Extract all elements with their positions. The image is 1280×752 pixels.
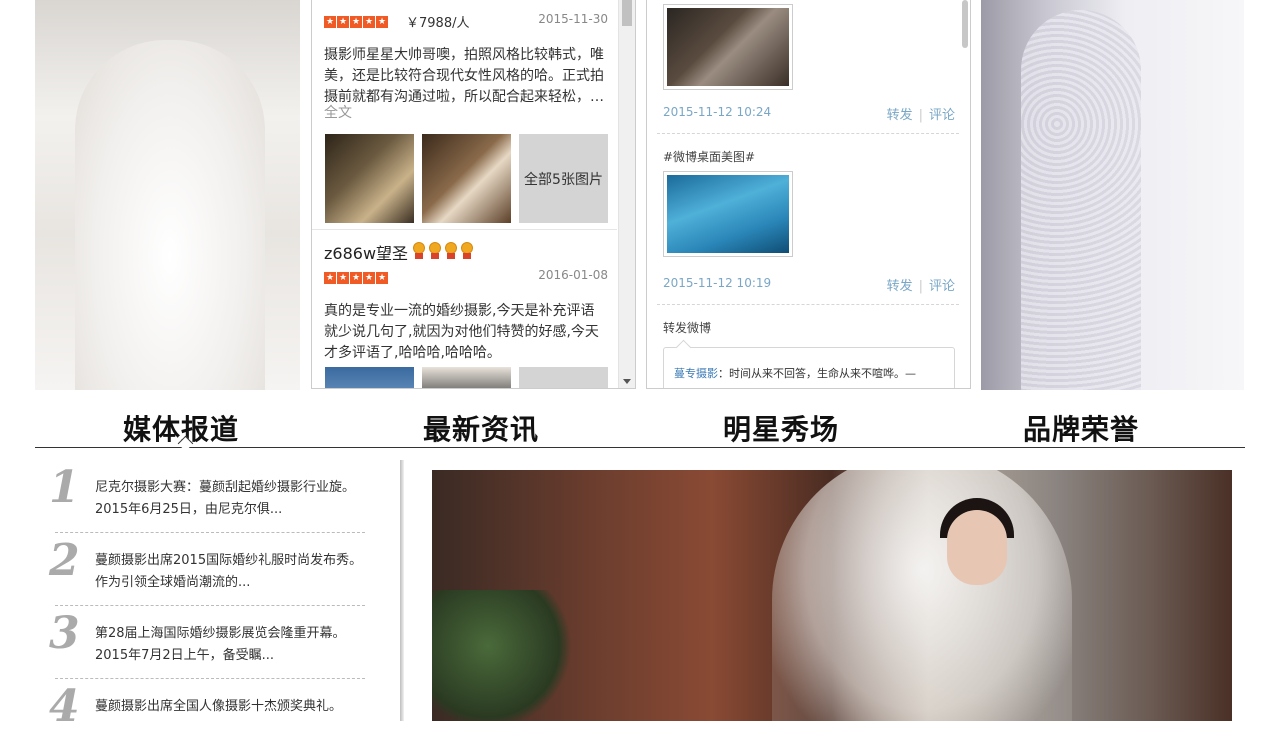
- review2-meta: ★ ★ ★ ★ ★ 2016-01-08: [324, 268, 608, 284]
- quote-body: ：时间从来不回答，生命从来不喧哗。—: [718, 367, 916, 380]
- weibo-post1-time[interactable]: 2015-11-12 10:24: [663, 105, 771, 119]
- review-photo-thumb[interactable]: [325, 367, 414, 388]
- lace-dress-shape: [1021, 10, 1141, 390]
- weibo-post1-actions: 转发 | 评论: [887, 104, 955, 123]
- list-item[interactable]: 2 蔓颜摄影出席2015国际婚纱礼服时尚发布秀。作为引领全球婚尚潮流的...: [35, 533, 365, 606]
- star-icon: ★: [337, 16, 349, 28]
- review1-date: 2015-11-30: [538, 12, 608, 26]
- list-item[interactable]: 3 第28届上海国际婚纱摄影展览会隆重开幕。2015年7月2日上午，备受瞩...: [35, 606, 365, 679]
- all-photos-button[interactable]: 全部5张图片: [519, 134, 608, 223]
- separator: |: [918, 108, 923, 123]
- tab-brand-honors[interactable]: 品牌荣誉: [1023, 408, 1139, 448]
- veil-shape: [772, 470, 1072, 721]
- review-photo-thumb[interactable]: [422, 134, 511, 223]
- quote-nick[interactable]: 蔓专摄影: [674, 367, 718, 380]
- star-icon: ★: [324, 16, 336, 28]
- weibo-panel[interactable]: 2015-11-12 10:24 转发 | 评论 #微博桌面美图# 2015-11-…: [646, 0, 971, 389]
- news-number: 2: [49, 535, 80, 586]
- review-photo-thumb[interactable]: [519, 367, 608, 388]
- section-nav: 媒体报道 最新资讯 明星秀场 品牌荣誉: [35, 398, 1245, 452]
- reviews-panel[interactable]: ★ ★ ★ ★ ★ ￥7988/人 2015-11-30 摄影师星星大帅哥噢，拍…: [311, 0, 636, 389]
- weibo-post1-image[interactable]: [663, 4, 793, 90]
- review-photo-thumb[interactable]: [325, 134, 414, 223]
- tab-star-show[interactable]: 明星秀场: [723, 408, 839, 448]
- news-shadow-divider: [400, 460, 404, 721]
- review1-fulltext-link[interactable]: 全文: [324, 102, 352, 122]
- star-icon: ★: [350, 272, 362, 284]
- wedding-dress-shape: [75, 40, 265, 390]
- weibo-scrollbar[interactable]: [962, 0, 968, 48]
- star-icon: ★: [363, 16, 375, 28]
- review2-rating-stars: ★ ★ ★ ★ ★: [324, 272, 388, 284]
- comment-link[interactable]: 评论: [929, 279, 955, 294]
- separator: |: [918, 279, 923, 294]
- list-item[interactable]: 1 尼克尔摄影大赛：蔓颜刮起婚纱摄影行业旋。2015年6月25日，由尼克尔俱..…: [35, 460, 365, 533]
- medal-icon: [412, 242, 426, 260]
- star-icon: ★: [376, 16, 388, 28]
- tab-latest-news[interactable]: 最新资讯: [423, 408, 539, 448]
- bride-photo-left[interactable]: [35, 0, 300, 390]
- weibo-divider: [657, 304, 959, 305]
- news-title[interactable]: 第28届上海国际婚纱摄影展览会隆重开幕。2015年7月2日上午，备受瞩...: [95, 623, 365, 667]
- news-number: 1: [49, 462, 80, 513]
- bride-photo-right[interactable]: [981, 0, 1244, 390]
- review1-meta: ★ ★ ★ ★ ★ ￥7988/人 2015-11-30: [324, 12, 608, 31]
- weibo-post2-time[interactable]: 2015-11-12 10:19: [663, 276, 771, 290]
- medal-icon: [428, 242, 442, 260]
- face-shape: [947, 510, 1007, 585]
- star-icon: ★: [324, 272, 336, 284]
- reviews-scrollbar[interactable]: [618, 0, 635, 388]
- news-title[interactable]: 蔓颜摄影出席2015国际婚纱礼服时尚发布秀。作为引领全球婚尚潮流的...: [95, 550, 365, 594]
- star-icon: ★: [376, 272, 388, 284]
- featured-bride-photo[interactable]: [432, 470, 1232, 721]
- comment-link[interactable]: 评论: [929, 108, 955, 123]
- news-number: 3: [49, 608, 80, 659]
- scroll-down-arrow-icon[interactable]: [623, 379, 631, 384]
- news-title[interactable]: 蔓颜摄影出席全国人像摄影十杰颁奖典礼。: [95, 696, 365, 718]
- weibo-post2-topic[interactable]: #微博桌面美图#: [663, 148, 755, 165]
- review1-rating-stars: ★ ★ ★ ★ ★: [324, 16, 388, 28]
- review-divider: [312, 229, 617, 230]
- weibo-quote-box[interactable]: 蔓专摄影：时间从来不回答，生命从来不喧哗。—: [663, 347, 955, 388]
- weibo-quote-text: 蔓专摄影：时间从来不回答，生命从来不喧哗。—: [674, 365, 916, 381]
- star-icon: ★: [350, 16, 362, 28]
- weibo-post2-actions: 转发 | 评论: [887, 275, 955, 294]
- medal-icon: [460, 242, 474, 260]
- plant-shape: [432, 590, 572, 721]
- review1-price: ￥7988/人: [406, 16, 470, 31]
- news-number: 4: [49, 681, 80, 732]
- list-item[interactable]: 4 蔓颜摄影出席全国人像摄影十杰颁奖典礼。: [35, 679, 365, 752]
- weibo-post2-image[interactable]: [663, 171, 793, 257]
- review2-medals: [412, 242, 474, 260]
- review2-text: 真的是专业一流的婚纱摄影,今天是补充评语就少说几句了,就因为对他们特赞的好感,今…: [324, 303, 599, 361]
- scrollbar-thumb[interactable]: [622, 0, 632, 26]
- review2-username[interactable]: z686w望圣: [324, 240, 408, 264]
- star-icon: ★: [363, 272, 375, 284]
- review2-photos: [325, 367, 608, 388]
- medal-icon: [444, 242, 458, 260]
- review2-date: 2016-01-08: [538, 268, 608, 282]
- forward-link[interactable]: 转发: [887, 108, 913, 123]
- weibo-post3-label: 转发微博: [663, 321, 712, 335]
- review1-text: 摄影师星星大帅哥噢，拍照风格比较韩式，唯美，还是比较符合现代女性风格的哈。正式拍…: [324, 47, 604, 105]
- news-list: 1 尼克尔摄影大赛：蔓颜刮起婚纱摄影行业旋。2015年6月25日，由尼克尔俱..…: [35, 460, 405, 732]
- review-photo-thumb[interactable]: [422, 367, 511, 388]
- news-title[interactable]: 尼克尔摄影大赛：蔓颜刮起婚纱摄影行业旋。2015年6月25日，由尼克尔俱...: [95, 477, 365, 521]
- weibo-divider: [657, 133, 959, 134]
- forward-link[interactable]: 转发: [887, 279, 913, 294]
- review1-photos: 全部5张图片: [325, 134, 608, 223]
- star-icon: ★: [337, 272, 349, 284]
